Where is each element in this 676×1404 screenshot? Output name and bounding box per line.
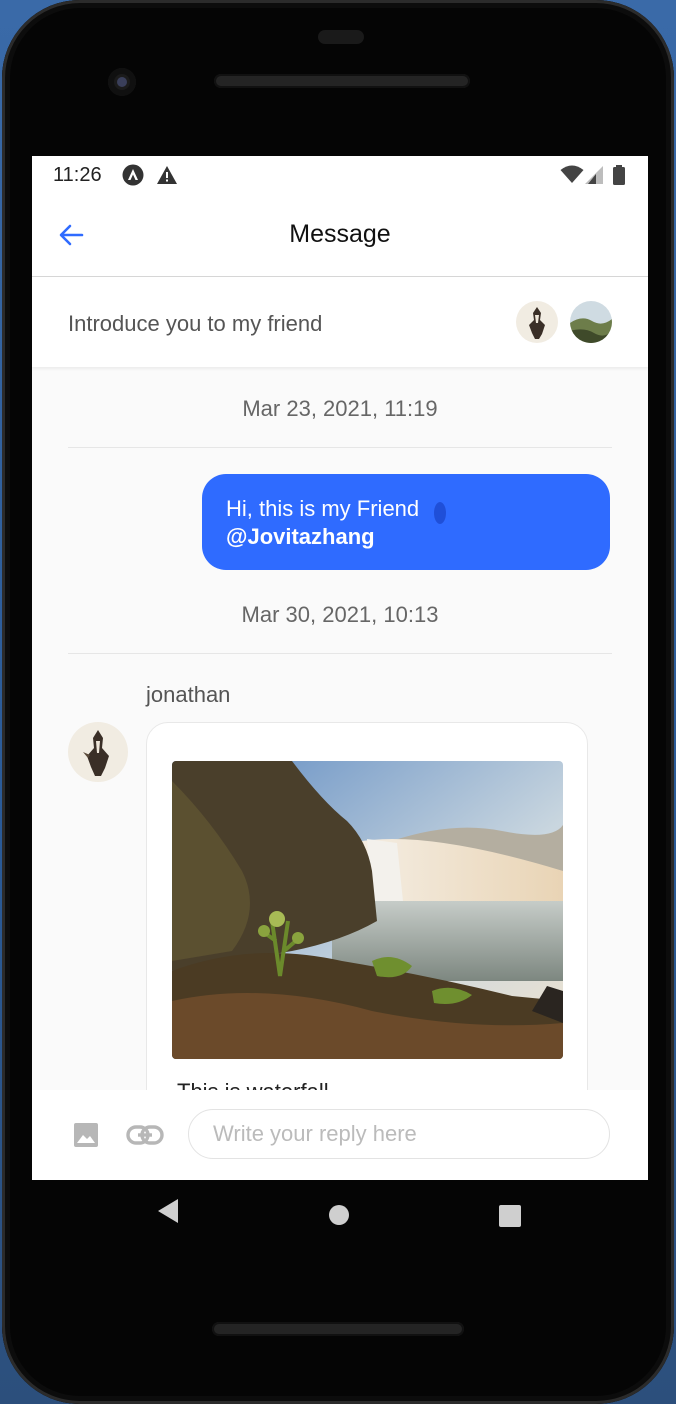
cell-signal-icon [585, 166, 603, 184]
status-time: 11:26 [53, 164, 102, 186]
reply-input[interactable] [188, 1109, 610, 1159]
link-icon[interactable] [126, 1123, 164, 1147]
participant-avatar[interactable] [570, 301, 612, 343]
nav-back-button[interactable] [156, 1198, 180, 1229]
app-notification-icon [122, 164, 144, 186]
date-separator: Mar 23, 2021, 11:19 [242, 396, 438, 421]
conversation-header: Introduce you to my friend [32, 277, 648, 367]
participant-avatar[interactable] [516, 301, 558, 343]
sender-avatar[interactable] [68, 722, 128, 782]
app-screen: 11:26 Message Introduce you to my friend… [32, 156, 648, 1180]
reply-composer [32, 1090, 648, 1180]
nav-home-button[interactable] [328, 1204, 350, 1231]
battery-icon [613, 165, 625, 185]
divider [68, 447, 612, 448]
mention-link[interactable]: @Jovitazhang [226, 524, 375, 550]
warning-icon [157, 166, 177, 184]
divider [68, 653, 612, 654]
app-bar: Message [32, 194, 648, 277]
page-title: Message [289, 220, 391, 248]
image-attach-icon[interactable] [74, 1123, 98, 1147]
status-bar: 11:26 [32, 156, 648, 194]
date-separator: Mar 30, 2021, 10:13 [241, 602, 439, 627]
front-camera [108, 68, 136, 96]
proximity-sensor [318, 30, 364, 44]
outgoing-message-bubble[interactable]: Hi, this is my Friend @Jovitazhang [202, 474, 610, 570]
waterfall-image[interactable] [172, 761, 563, 1059]
message-text: Hi, this is my Friend [226, 496, 420, 521]
earpiece-speaker [214, 74, 470, 88]
wifi-icon [560, 165, 584, 183]
touch-indicator [434, 502, 446, 524]
sender-name: jonathan [146, 682, 231, 707]
conversation-subject: Introduce you to my friend [68, 311, 323, 336]
nav-recents-button[interactable] [498, 1204, 522, 1233]
bottom-speaker [212, 1322, 464, 1336]
